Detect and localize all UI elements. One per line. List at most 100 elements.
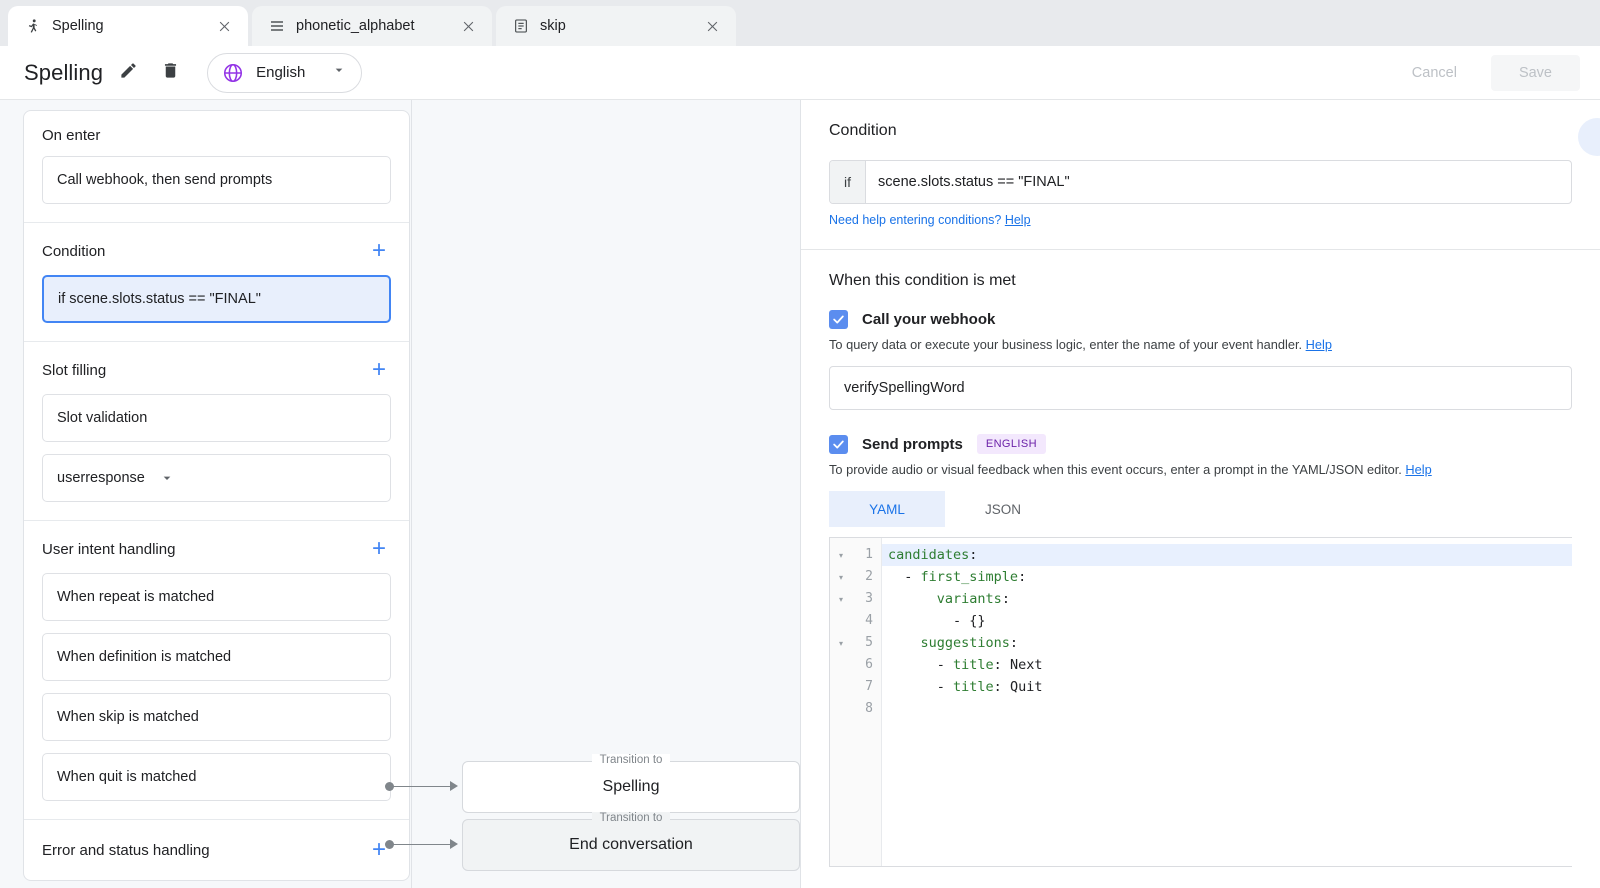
code-token: variants (937, 591, 1002, 607)
page-title: Spelling (24, 60, 103, 86)
list-item[interactable]: When repeat is matched (42, 573, 391, 621)
tab-label: skip (540, 18, 692, 34)
yaml-editor[interactable]: ▾ ▾ ▾ ▾ 1 2 3 4 5 6 7 8 (829, 537, 1572, 867)
list-item[interactable]: Call webhook, then send prompts (42, 156, 391, 204)
code-line[interactable]: - title: Next (882, 654, 1572, 676)
plus-icon[interactable]: + (367, 239, 391, 263)
section-condition: Condition + if scene.slots.status == "FI… (24, 223, 409, 342)
condition-expression-input[interactable]: scene.slots.status == "FINAL" (866, 161, 1571, 203)
condition-detail-panel: Condition if scene.slots.status == "FINA… (800, 100, 1600, 888)
tab-phonetic-alphabet[interactable]: phonetic_alphabet (252, 6, 492, 46)
webhook-checkbox-label: Call your webhook (862, 311, 995, 328)
list-item[interactable]: When definition is matched (42, 633, 391, 681)
help-link[interactable]: Help (1405, 462, 1431, 477)
close-icon[interactable] (458, 16, 478, 36)
row-label: When definition is matched (57, 649, 231, 665)
fold-toggle[interactable]: ▾ (830, 632, 852, 654)
code-token: : (994, 679, 1010, 695)
fold-toggle[interactable] (830, 698, 852, 720)
edge-line-quit (392, 844, 452, 845)
line-number: 7 (852, 676, 873, 698)
code-line[interactable]: variants: (882, 588, 1572, 610)
code-line[interactable]: - {} (882, 610, 1572, 632)
tab-skip[interactable]: skip (496, 6, 736, 46)
delete-scene-button[interactable] (153, 56, 187, 90)
code-token: - (888, 569, 921, 585)
transition-node-end-conversation[interactable]: Transition to End conversation (462, 819, 800, 871)
code-token: first_simple (921, 569, 1019, 585)
close-icon[interactable] (702, 16, 722, 36)
code-line[interactable] (882, 698, 1572, 720)
send-prompts-checkbox-label: Send prompts (862, 436, 963, 453)
edit-scene-button[interactable] (111, 56, 145, 90)
list-item[interactable]: When quit is matched (42, 753, 391, 801)
code-line[interactable]: - first_simple: (882, 566, 1572, 588)
list-item-condition[interactable]: if scene.slots.status == "FINAL" (42, 275, 391, 323)
close-icon[interactable] (214, 16, 234, 36)
tab-json[interactable]: JSON (945, 491, 1061, 527)
fold-toggle[interactable]: ▾ (830, 588, 852, 610)
tab-spelling[interactable]: Spelling (8, 6, 248, 46)
help-link[interactable]: Help (1306, 337, 1332, 352)
code-line[interactable]: candidates: (882, 544, 1572, 566)
section-title: When this condition is met (829, 272, 1572, 290)
list-item[interactable]: When skip is matched (42, 693, 391, 741)
help-link[interactable]: Help (1005, 213, 1031, 227)
fold-toggle[interactable]: ▾ (830, 566, 852, 588)
browser-tab-bar: Spelling phonetic_alphabet sk (0, 0, 1600, 46)
code-token: title (953, 679, 994, 695)
code-token: suggestions (921, 635, 1010, 651)
row-label: Call webhook, then send prompts (57, 172, 272, 188)
send-prompts-description: To provide audio or visual feedback when… (829, 462, 1572, 477)
plus-icon[interactable]: + (367, 537, 391, 561)
line-number: 8 (852, 698, 873, 720)
event-handler-input[interactable]: verifySpellingWord (829, 366, 1572, 410)
when-condition-met-section: When this condition is met Call your web… (801, 250, 1600, 888)
chevron-down-icon[interactable] (159, 470, 175, 486)
condition-input-group[interactable]: if scene.slots.status == "FINAL" (829, 160, 1572, 204)
editor-code-area[interactable]: candidates: - first_simple: variants: - … (882, 538, 1572, 866)
code-token: : (1010, 635, 1018, 651)
scene-icon (24, 17, 42, 35)
send-prompts-description-text: To provide audio or visual feedback when… (829, 462, 1405, 477)
condition-help-text: Need help entering conditions? Help (829, 213, 1572, 227)
list-item-slot[interactable]: userresponse (42, 454, 391, 502)
line-number: 4 (852, 610, 873, 632)
fold-toggle[interactable]: ▾ (830, 544, 852, 566)
fold-toggle[interactable] (830, 654, 852, 676)
language-label: English (256, 64, 305, 81)
list-item[interactable]: Slot validation (42, 394, 391, 442)
tab-label: phonetic_alphabet (296, 18, 448, 34)
code-line[interactable]: suggestions: (882, 632, 1572, 654)
code-token: : (994, 657, 1010, 673)
line-number: 1 (852, 544, 873, 566)
cancel-button[interactable]: Cancel (1390, 55, 1479, 91)
node-label: Spelling (603, 778, 660, 796)
save-button[interactable]: Save (1491, 55, 1580, 91)
transition-node-spelling[interactable]: Transition to Spelling (462, 761, 800, 813)
row-label: When repeat is matched (57, 589, 214, 605)
section-title: Condition (829, 122, 1572, 140)
scene-header-toolbar: Spelling English Cancel Save (0, 46, 1600, 100)
node-legend-label: Transition to (592, 812, 671, 824)
section-error-status-handling: Error and status handling + (24, 820, 409, 880)
webhook-description-text: To query data or execute your business l… (829, 337, 1306, 352)
section-title: Slot filling (42, 362, 106, 379)
code-token: Next (1010, 657, 1043, 673)
language-selector[interactable]: English (207, 53, 362, 93)
node-legend: Transition to (463, 812, 799, 824)
tab-yaml[interactable]: YAML (829, 491, 945, 527)
code-token: - (888, 657, 953, 673)
fold-toggle[interactable] (830, 676, 852, 698)
code-token: candidates (888, 547, 969, 563)
checkbox-checked-icon[interactable] (829, 310, 848, 329)
checkbox-checked-icon[interactable] (829, 435, 848, 454)
plus-icon[interactable]: + (367, 358, 391, 382)
editor-fold-gutter[interactable]: ▾ ▾ ▾ ▾ (830, 538, 852, 866)
node-legend: Transition to (463, 754, 799, 766)
condition-section: Condition if scene.slots.status == "FINA… (801, 100, 1600, 250)
send-prompts-checkbox-row[interactable]: Send prompts ENGLISH (829, 434, 1572, 454)
webhook-checkbox-row[interactable]: Call your webhook (829, 310, 1572, 329)
fold-toggle[interactable] (830, 610, 852, 632)
code-line[interactable]: - title: Quit (882, 676, 1572, 698)
